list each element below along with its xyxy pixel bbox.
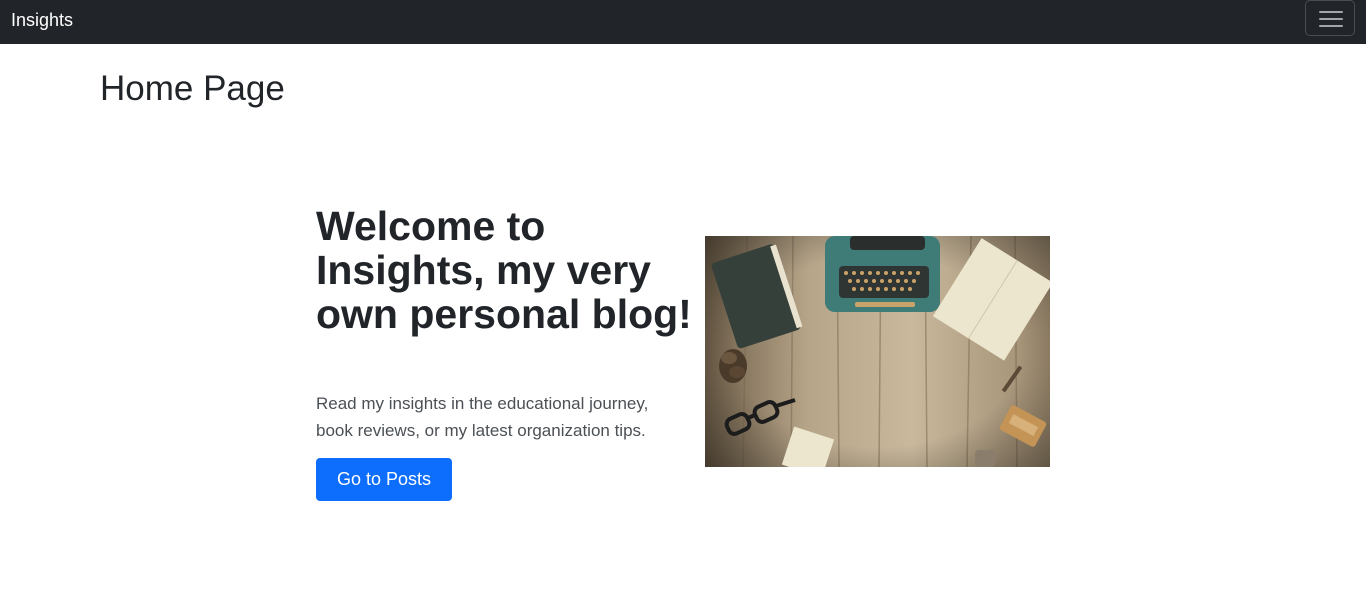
desk-typewriter-photo (705, 236, 1050, 467)
top-navbar: Insights (0, 0, 1366, 44)
hero-lead-text: Read my insights in the educational jour… (316, 394, 649, 440)
page-title: Home Page (100, 69, 285, 108)
go-to-posts-button[interactable]: Go to Posts (316, 458, 452, 501)
navbar-toggle-button[interactable] (1305, 0, 1355, 36)
hero-heading: Welcome to Insights, my very own persona… (316, 203, 692, 337)
navbar-brand[interactable]: Insights (11, 9, 73, 31)
hero-image (705, 236, 1050, 467)
hamburger-menu-icon (1319, 10, 1343, 28)
